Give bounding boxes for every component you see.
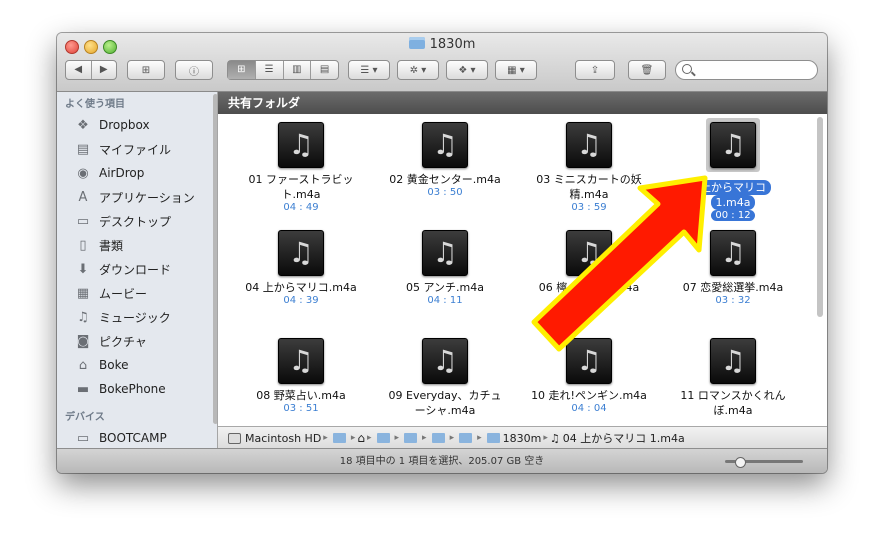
red-arrow-icon [531, 175, 708, 352]
annotation-arrow [531, 175, 708, 352]
